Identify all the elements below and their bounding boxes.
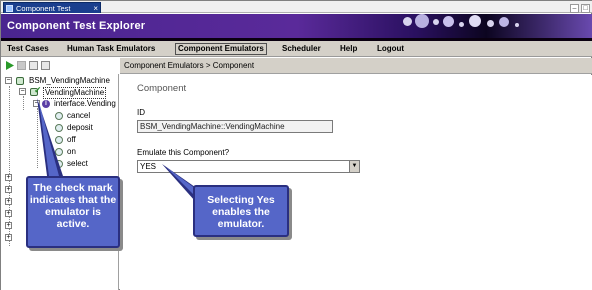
menu-component-emulators[interactable]: Component Emulators: [175, 43, 267, 55]
emulate-selected-value: YES: [140, 162, 157, 171]
operation-icon: [55, 124, 63, 132]
window-controls: – □: [568, 2, 590, 13]
menu-logout[interactable]: Logout: [377, 44, 404, 54]
tree-node-label: interface.Vending: [54, 99, 116, 108]
expand-icon[interactable]: +: [5, 174, 12, 181]
editor-tab-bar: Component Test Explorer × –□: [1, 1, 592, 24]
expand-icon[interactable]: +: [5, 198, 12, 205]
operation-icon: [55, 112, 63, 120]
browser-icon: [6, 5, 13, 12]
operation-icon: [55, 148, 63, 156]
close-tab-icon[interactable]: ×: [93, 3, 98, 14]
id-label: ID: [137, 108, 145, 117]
collapse-icon[interactable]: −: [5, 77, 12, 84]
banner-decoration: [381, 14, 581, 38]
operation-icon: [55, 136, 63, 144]
export-icon[interactable]: [41, 61, 50, 70]
interface-icon: I: [42, 100, 50, 108]
menu-test-cases[interactable]: Test Cases: [7, 44, 49, 54]
check-mark-icon: ✓: [34, 85, 42, 95]
collapse-icon[interactable]: −: [19, 88, 26, 95]
chevron-down-icon[interactable]: ▼: [349, 161, 359, 172]
maximize-icon[interactable]: □: [581, 4, 590, 13]
component-detail-panel: Component ID BSM_VendingMachine::Vending…: [120, 75, 592, 290]
section-title: Component: [137, 83, 187, 94]
expand-icon[interactable]: +: [5, 234, 12, 241]
application-window: Component Test Explorer × –□ Component T…: [0, 0, 592, 290]
tab-component-test-explorer[interactable]: Component Test Explorer ×: [3, 2, 101, 24]
operation-icon: [55, 160, 63, 168]
menu-scheduler[interactable]: Scheduler: [282, 44, 321, 54]
menu-bar: Test Cases Human Task Emulators Componen…: [1, 41, 592, 57]
emulate-select[interactable]: YES ▼: [137, 160, 360, 173]
collapse-icon[interactable]: −: [33, 100, 40, 107]
minimize-icon[interactable]: –: [570, 4, 579, 13]
tree-node-label: VendingMachine: [43, 87, 107, 99]
refresh-icon[interactable]: [29, 61, 38, 70]
component-icon: [16, 77, 24, 85]
stop-icon[interactable]: [17, 61, 26, 70]
emulate-label: Emulate this Component?: [137, 148, 230, 157]
app-title: Component Test Explorer: [7, 20, 146, 32]
id-field[interactable]: BSM_VendingMachine::VendingMachine: [137, 120, 333, 133]
expand-icon[interactable]: +: [5, 210, 12, 217]
callout-selecting-yes: Selecting Yes enables the emulator.: [193, 185, 289, 237]
menu-human-task-emulators[interactable]: Human Task Emulators: [67, 44, 155, 54]
tree-node-label: on: [67, 147, 76, 156]
tree-node-label: off: [67, 135, 76, 144]
tree-node-label: cancel: [67, 111, 91, 120]
menu-help[interactable]: Help: [340, 44, 357, 54]
expand-icon[interactable]: +: [5, 222, 12, 229]
run-icon[interactable]: [5, 61, 14, 70]
expand-icon[interactable]: +: [5, 186, 12, 193]
callout-check-mark: The check mark indicates that the emulat…: [26, 176, 120, 248]
breadcrumb: Component Emulators > Component: [120, 58, 592, 74]
tree-node-label: select: [67, 159, 88, 168]
tree-toolbar: [1, 58, 119, 74]
tree-node-label: deposit: [67, 123, 93, 132]
